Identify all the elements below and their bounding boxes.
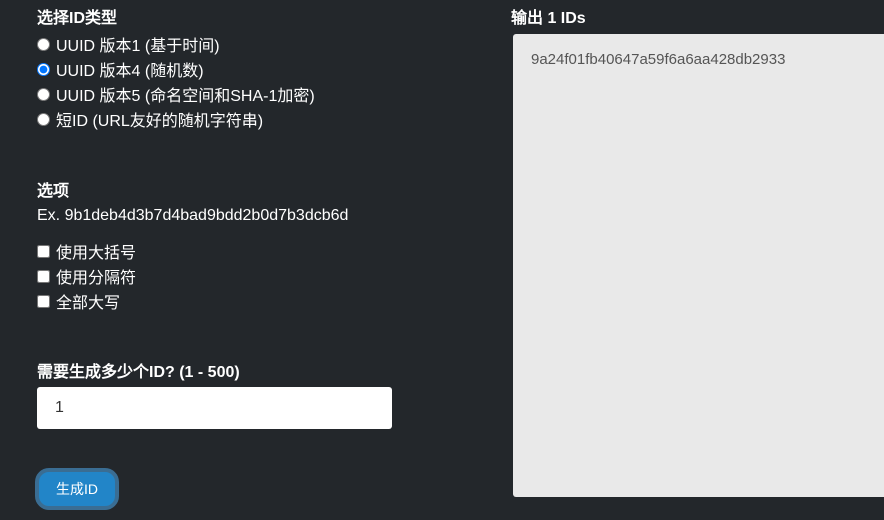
radio-short-id[interactable]: 短ID (URL友好的随机字符串) xyxy=(37,107,263,131)
radio-input[interactable] xyxy=(37,62,50,76)
checkbox-label: 使用大括号 xyxy=(56,245,137,262)
checkbox-braces[interactable]: 使用大括号 xyxy=(37,239,136,263)
checkbox-label: 使用分隔符 xyxy=(56,270,137,287)
checkbox-uppercase[interactable]: 全部大写 xyxy=(37,289,120,313)
radio-label: UUID 版本4 (随机数) xyxy=(56,63,204,80)
radio-input[interactable] xyxy=(37,87,50,101)
radio-uuid-v4[interactable]: UUID 版本4 (随机数) xyxy=(37,57,204,81)
checkbox-input[interactable] xyxy=(37,269,50,283)
radio-label: UUID 版本5 (命名空间和SHA-1加密) xyxy=(56,88,315,105)
output-text: 9a24f01fb40647a59f6a6aa428db2933 xyxy=(531,51,786,68)
radio-uuid-v1[interactable]: UUID 版本1 (基于时间) xyxy=(37,32,220,56)
example-id: Ex. 9b1deb4d3b7d4bad9bdd2b0d7b3dcb6d xyxy=(37,207,349,224)
radio-input[interactable] xyxy=(37,37,50,51)
checkbox-hyphens[interactable]: 使用分隔符 xyxy=(37,264,136,288)
output-heading: 输出 1 IDs xyxy=(511,10,586,27)
checkbox-input[interactable] xyxy=(37,244,50,258)
options-heading: 选项 xyxy=(37,183,70,200)
radio-uuid-v5[interactable]: UUID 版本5 (命名空间和SHA-1加密) xyxy=(37,82,315,106)
count-input[interactable] xyxy=(37,387,392,429)
radio-label: 短ID (URL友好的随机字符串) xyxy=(56,113,264,130)
radio-input[interactable] xyxy=(37,112,50,126)
id-type-heading: 选择ID类型 xyxy=(37,10,118,27)
count-heading: 需要生成多少个ID? (1 - 500) xyxy=(37,364,240,381)
checkbox-label: 全部大写 xyxy=(56,295,121,312)
generate-button[interactable]: 生成ID xyxy=(35,468,119,510)
checkbox-input[interactable] xyxy=(37,294,50,308)
output-textarea[interactable]: 9a24f01fb40647a59f6a6aa428db2933 xyxy=(513,34,884,497)
radio-label: UUID 版本1 (基于时间) xyxy=(56,38,220,55)
